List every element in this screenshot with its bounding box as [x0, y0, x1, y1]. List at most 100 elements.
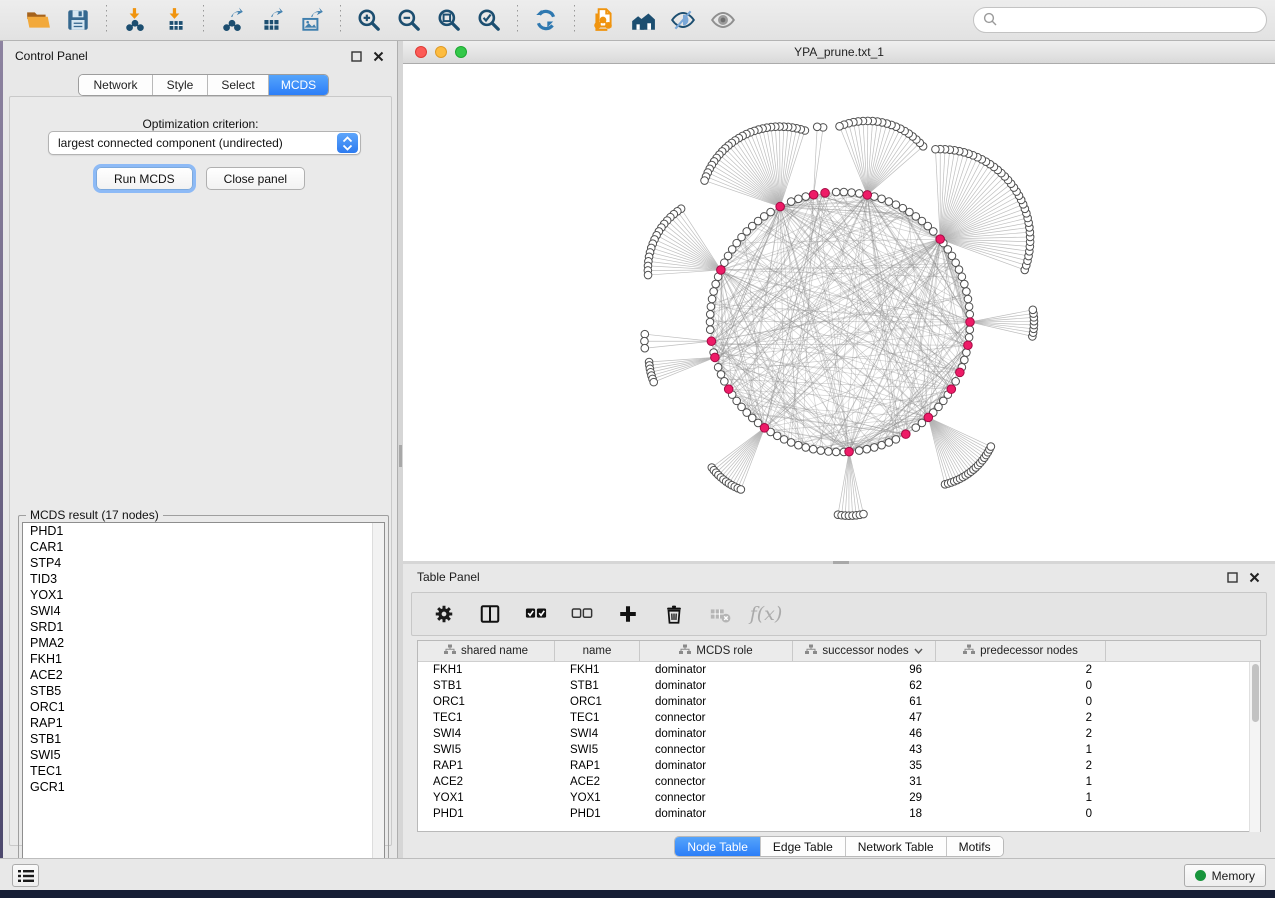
network-node[interactable]: [832, 188, 840, 196]
add-icon[interactable]: [616, 602, 640, 626]
network-node[interactable]: [714, 363, 722, 371]
network-node[interactable]: [878, 195, 886, 203]
zoom-fit-icon[interactable]: [435, 6, 463, 34]
search-box[interactable]: [973, 7, 1267, 33]
network-node[interactable]: [780, 436, 788, 444]
network-node[interactable]: [825, 448, 833, 456]
result-node-item[interactable]: GCR1: [23, 779, 384, 795]
table-row[interactable]: ORC1ORC1dominator610: [418, 694, 1260, 710]
result-node-item[interactable]: SRD1: [23, 619, 384, 635]
network-node[interactable]: [787, 439, 795, 447]
mcds-node[interactable]: [964, 341, 973, 350]
result-node-item[interactable]: CAR1: [23, 539, 384, 555]
network-node[interactable]: [802, 193, 810, 201]
run-mcds-button[interactable]: Run MCDS: [96, 167, 193, 190]
network-node[interactable]: [813, 123, 821, 131]
cell-predecessor-nodes[interactable]: 0: [936, 694, 1106, 710]
tab-motifs[interactable]: Motifs: [947, 837, 1003, 856]
cell-MCDS-role[interactable]: dominator: [640, 694, 793, 710]
network-node[interactable]: [706, 326, 714, 334]
cell-name[interactable]: RAP1: [555, 758, 640, 774]
network-node[interactable]: [708, 295, 716, 303]
cell-successor-nodes[interactable]: 62: [793, 678, 936, 694]
gear-icon[interactable]: [432, 602, 456, 626]
mcds-node[interactable]: [724, 385, 733, 394]
delete-icon[interactable]: [662, 602, 686, 626]
network-node[interactable]: [870, 444, 878, 452]
network-node[interactable]: [955, 266, 963, 274]
result-node-item[interactable]: PMA2: [23, 635, 384, 651]
tab-select[interactable]: Select: [208, 75, 269, 95]
tab-network-table[interactable]: Network Table: [846, 837, 947, 856]
network-node[interactable]: [964, 295, 972, 303]
table-row[interactable]: ACE2ACE2connector311: [418, 774, 1260, 790]
cell-successor-nodes[interactable]: 31: [793, 774, 936, 790]
network-node[interactable]: [717, 371, 725, 379]
network-node[interactable]: [958, 273, 966, 281]
cell-shared-name[interactable]: PHD1: [418, 806, 555, 822]
network-node[interactable]: [712, 280, 720, 288]
cell-name[interactable]: STB1: [555, 678, 640, 694]
float-window-icon[interactable]: [350, 50, 363, 63]
network-node[interactable]: [966, 326, 974, 334]
cell-name[interactable]: SWI4: [555, 726, 640, 742]
export-image-icon[interactable]: [298, 6, 326, 34]
cell-predecessor-nodes[interactable]: 2: [936, 662, 1106, 678]
show-details-icon[interactable]: [709, 6, 737, 34]
mcds-node[interactable]: [821, 189, 830, 198]
network-node[interactable]: [932, 145, 940, 153]
mcds-node[interactable]: [760, 424, 769, 433]
network-node[interactable]: [706, 318, 714, 326]
select-all-icon[interactable]: [524, 602, 548, 626]
network-window-titlebar[interactable]: YPA_prune.txt_1: [403, 41, 1275, 64]
network-node[interactable]: [885, 198, 893, 206]
cell-shared-name[interactable]: RAP1: [418, 758, 555, 774]
network-node[interactable]: [961, 280, 969, 288]
table-scrollbar[interactable]: [1249, 662, 1260, 832]
network-node[interactable]: [641, 337, 649, 345]
network-node[interactable]: [840, 188, 848, 196]
mcds-node[interactable]: [707, 337, 716, 346]
network-node[interactable]: [848, 189, 856, 197]
mcds-node[interactable]: [776, 202, 785, 211]
export-network-icon[interactable]: [218, 6, 246, 34]
cell-name[interactable]: YOX1: [555, 790, 640, 806]
mcds-node[interactable]: [936, 235, 945, 244]
table-row[interactable]: RAP1RAP1dominator352: [418, 758, 1260, 774]
result-node-item[interactable]: STB5: [23, 683, 384, 699]
tab-edge-table[interactable]: Edge Table: [761, 837, 846, 856]
table-row[interactable]: TEC1TEC1connector472: [418, 710, 1260, 726]
deselect-all-icon[interactable]: [570, 602, 594, 626]
close-panel-button[interactable]: Close panel: [206, 167, 305, 190]
table-row[interactable]: YOX1YOX1connector291: [418, 790, 1260, 806]
tab-node-table[interactable]: Node Table: [675, 837, 761, 856]
result-node-item[interactable]: TID3: [23, 571, 384, 587]
export-table-icon[interactable]: [258, 6, 286, 34]
mcds-node[interactable]: [711, 353, 720, 362]
cell-MCDS-role[interactable]: connector: [640, 790, 793, 806]
column-header-name[interactable]: name: [555, 641, 640, 661]
network-node[interactable]: [965, 303, 973, 311]
cell-successor-nodes[interactable]: 96: [793, 662, 936, 678]
network-node[interactable]: [809, 445, 817, 453]
refresh-icon[interactable]: [532, 6, 560, 34]
open-folder-icon[interactable]: [24, 6, 52, 34]
result-list-scrollbar[interactable]: [372, 523, 384, 875]
mcds-node[interactable]: [717, 266, 726, 275]
cell-MCDS-role[interactable]: connector: [640, 774, 793, 790]
network-node[interactable]: [966, 310, 974, 318]
cell-MCDS-role[interactable]: dominator: [640, 758, 793, 774]
column-header-predecessor-nodes[interactable]: predecessor nodes: [936, 641, 1106, 661]
cell-shared-name[interactable]: ACE2: [418, 774, 555, 790]
cell-successor-nodes[interactable]: 47: [793, 710, 936, 726]
cell-successor-nodes[interactable]: 43: [793, 742, 936, 758]
network-node[interactable]: [965, 334, 973, 342]
cell-predecessor-nodes[interactable]: 1: [936, 774, 1106, 790]
scrollbar-thumb[interactable]: [1252, 664, 1259, 722]
zoom-out-icon[interactable]: [395, 6, 423, 34]
result-node-item[interactable]: STB1: [23, 731, 384, 747]
result-node-item[interactable]: RAP1: [23, 715, 384, 731]
cell-shared-name[interactable]: SWI5: [418, 742, 555, 758]
network-node[interactable]: [707, 303, 715, 311]
network-node[interactable]: [1029, 306, 1037, 314]
